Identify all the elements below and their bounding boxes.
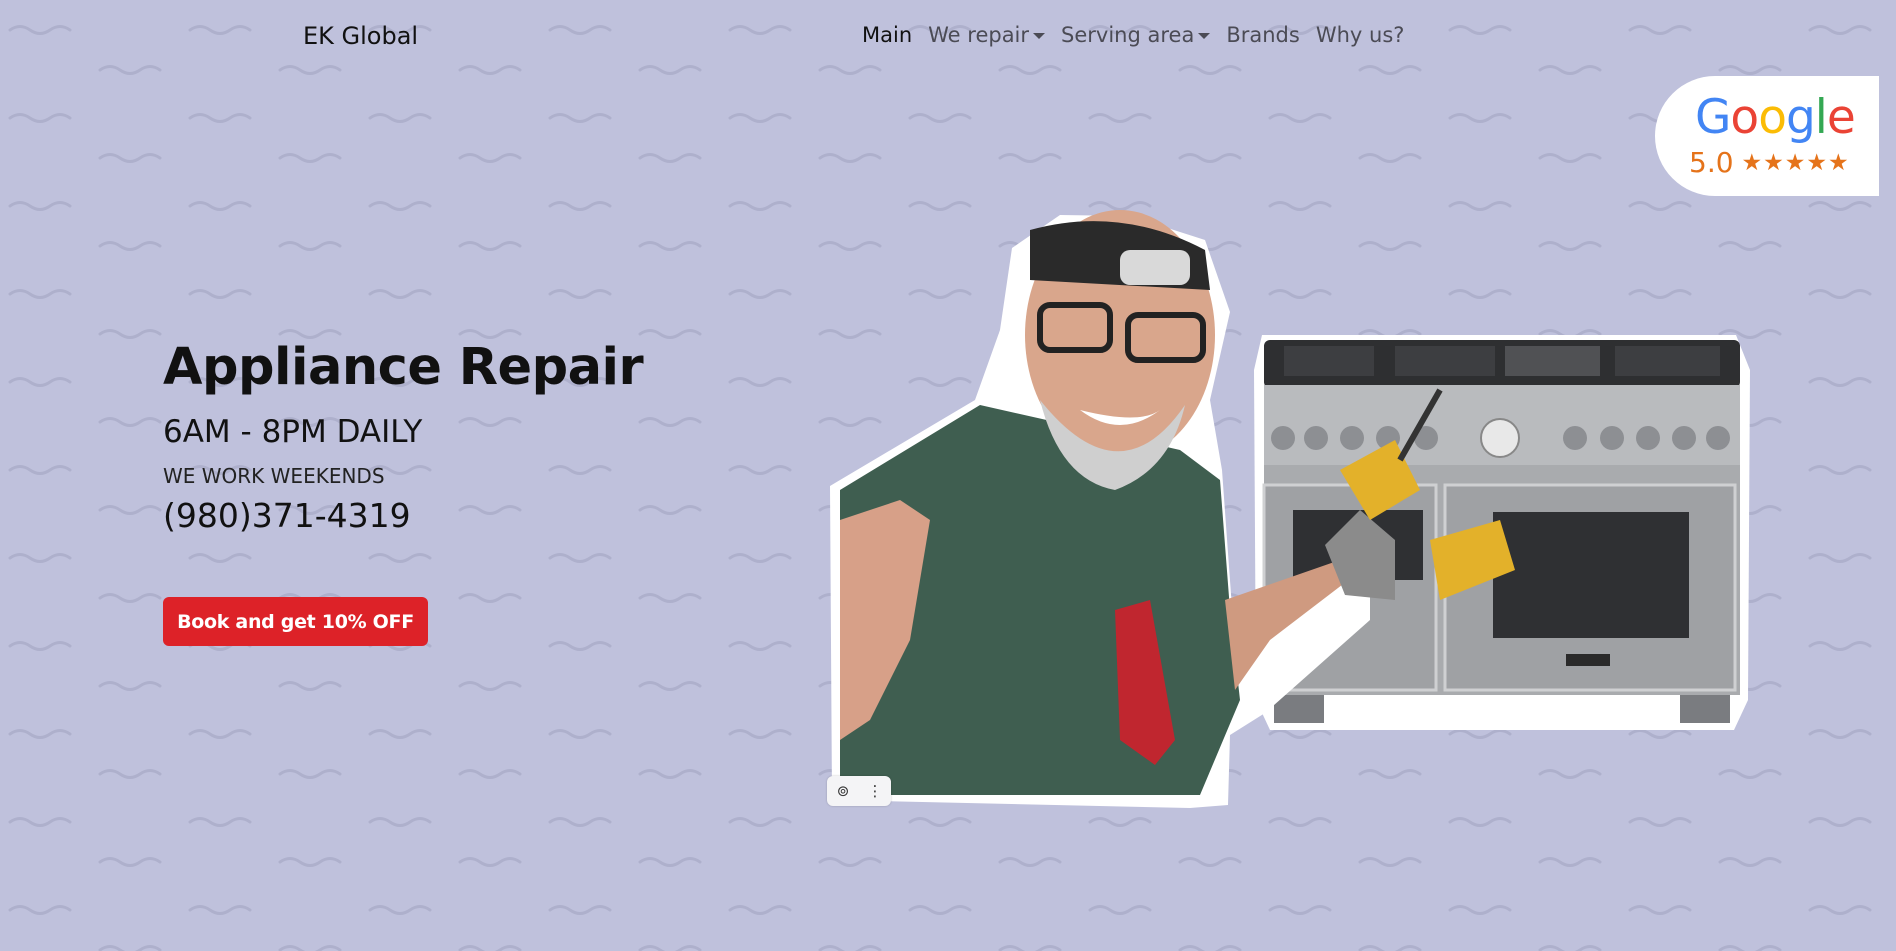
rating-value: 5.0 <box>1689 146 1734 179</box>
google-logo: Google <box>1695 90 1856 145</box>
google-logo-letter: e <box>1826 90 1856 145</box>
star-rating-icons: ★★★★★ <box>1741 149 1850 176</box>
google-logo-letter: o <box>1758 90 1787 145</box>
google-logo-letter: l <box>1814 90 1828 145</box>
image-tools-overlay: ⊚ ⋮ <box>827 776 891 806</box>
google-rating-badge[interactable]: Google 5.0 ★★★★★ <box>1655 76 1879 196</box>
rating-row: 5.0 ★★★★★ <box>1689 146 1850 179</box>
more-vertical-icon[interactable]: ⋮ <box>859 776 891 806</box>
google-logo-letter: G <box>1695 90 1731 145</box>
lens-icon[interactable]: ⊚ <box>827 776 859 806</box>
google-logo-letter: o <box>1730 90 1759 145</box>
hero-image <box>830 210 1750 808</box>
google-logo-letter: g <box>1785 90 1816 145</box>
